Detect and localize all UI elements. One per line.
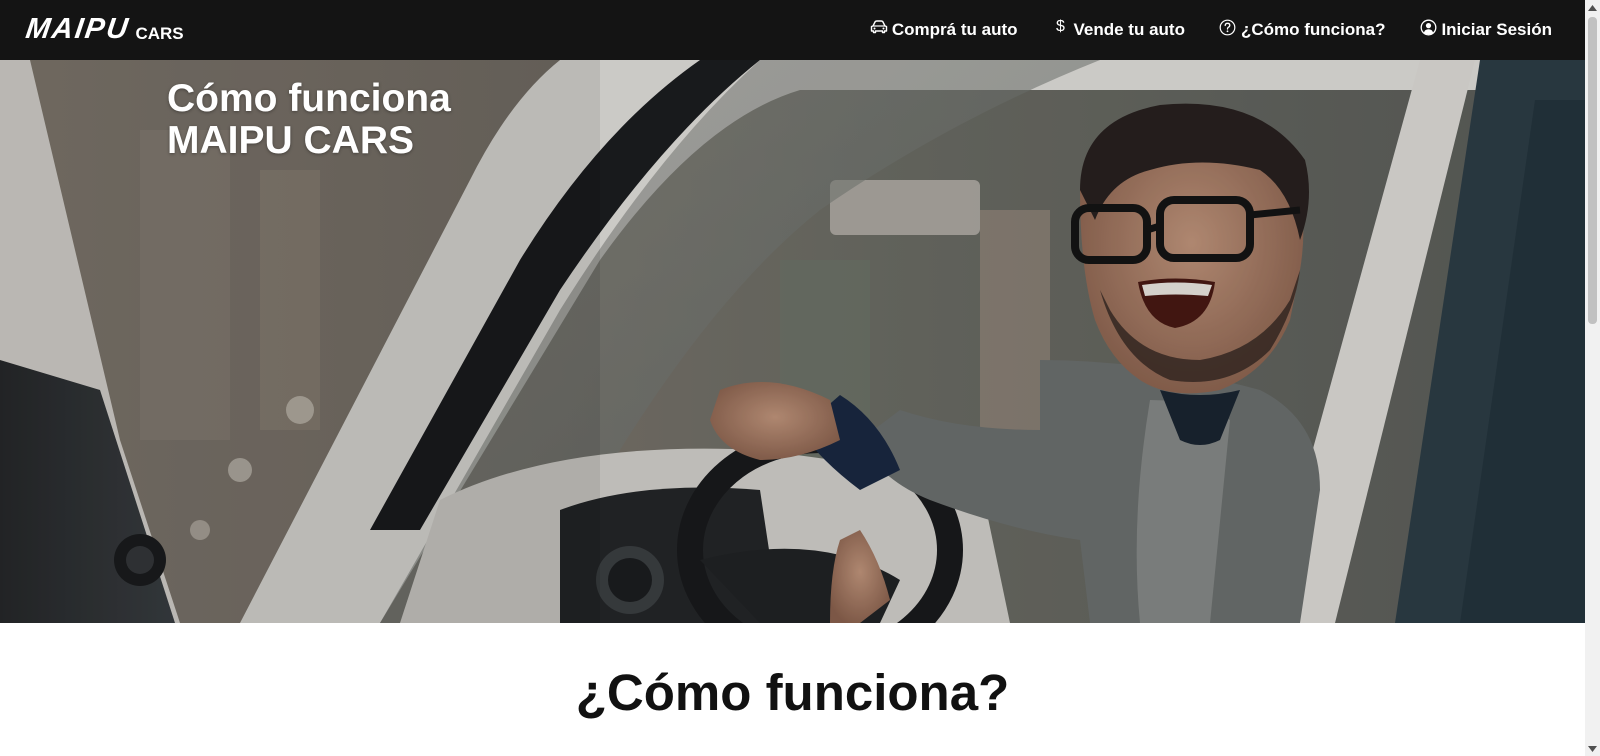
hero-title-line2: MAIPU CARS	[167, 119, 415, 162]
nav-link-sell-car[interactable]: $ Vende tu auto	[1052, 18, 1185, 40]
user-circle-icon	[1419, 18, 1437, 36]
nav-link-login[interactable]: Iniciar Sesión	[1419, 18, 1552, 40]
scroll-up-arrow-icon[interactable]	[1585, 0, 1600, 15]
site-logo[interactable]: MAIPU CARS	[23, 13, 184, 45]
hero-banner: Cómo funciona MAIPU CARS	[0, 60, 1585, 623]
logo-wordmark: MAIPU	[23, 13, 132, 45]
dollar-icon: $	[1056, 18, 1065, 35]
page: MAIPU CARS Comprá tu auto $ Vende tu aut…	[0, 0, 1585, 756]
nav-link-label: ¿Cómo funciona?	[1240, 20, 1386, 39]
top-navbar: MAIPU CARS Comprá tu auto $ Vende tu aut…	[0, 0, 1585, 60]
hero-title: Cómo funciona MAIPU CARS	[167, 78, 451, 162]
nav-link-how-it-works[interactable]: ¿Cómo funciona?	[1219, 18, 1386, 40]
section-heading-text: ¿Cómo funciona?	[575, 664, 1010, 721]
nav-links: Comprá tu auto $ Vende tu auto ¿Cómo fun…	[870, 0, 1552, 60]
hero-title-line1: Cómo funciona	[167, 77, 451, 120]
scroll-down-arrow-icon[interactable]	[1585, 741, 1600, 756]
scrollbar-thumb[interactable]	[1588, 17, 1597, 324]
nav-link-label: Vende tu auto	[1073, 20, 1185, 39]
how-it-works-section: ¿Cómo funciona?	[0, 623, 1585, 756]
nav-link-label: Iniciar Sesión	[1441, 20, 1552, 39]
question-circle-icon	[1219, 18, 1237, 36]
section-heading-highlight: ¿Cómo funciona?	[573, 663, 1012, 723]
nav-link-label: Comprá tu auto	[891, 20, 1018, 39]
nav-link-buy-car[interactable]: Comprá tu auto	[870, 20, 1018, 40]
car-icon	[870, 18, 888, 36]
vertical-scrollbar[interactable]	[1585, 0, 1600, 756]
section-heading: ¿Cómo funciona?	[0, 663, 1585, 723]
logo-subtitle: CARS	[135, 24, 184, 43]
